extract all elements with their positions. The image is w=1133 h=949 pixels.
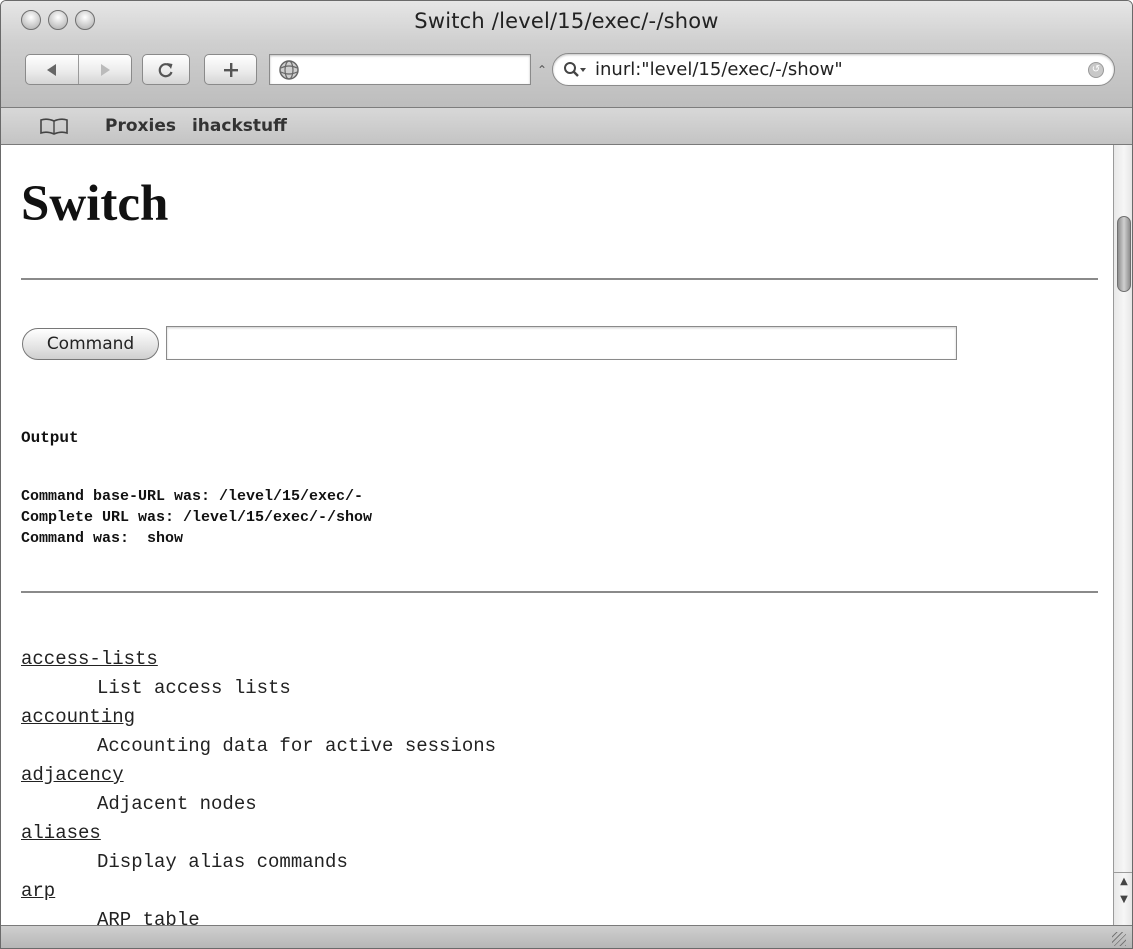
bookmark-ihackstuff[interactable]: ihackstuff — [192, 116, 287, 136]
back-button[interactable] — [26, 55, 78, 84]
output-line-complete-url: Complete URL was: /level/15/exec/-/show — [21, 509, 373, 526]
field-resize-handle[interactable]: ⌃ — [535, 61, 549, 79]
browser-window: Switch /level/15/exec/-/show ⌃ inurl:"le… — [0, 0, 1133, 949]
address-input[interactable] — [306, 58, 510, 81]
command-description: Display alias commands — [97, 851, 348, 873]
globe-icon — [279, 59, 299, 80]
add-bookmark-button[interactable] — [204, 54, 257, 85]
list-item: aliases Display alias commands — [21, 819, 496, 877]
command-input[interactable] — [166, 326, 957, 360]
back-forward-buttons — [25, 54, 132, 85]
open-book-icon — [40, 118, 68, 135]
divider-top — [21, 278, 1098, 280]
command-button[interactable]: Command — [22, 328, 159, 360]
list-item: arp ARP table — [21, 877, 496, 925]
forward-button[interactable] — [78, 55, 131, 84]
output-heading: Output — [21, 429, 79, 447]
scrollbar-thumb[interactable] — [1117, 216, 1131, 292]
vertical-scrollbar[interactable]: ▲ ▼ — [1113, 145, 1132, 925]
command-link-arp[interactable]: arp — [21, 877, 496, 906]
list-item: accounting Accounting data for active se… — [21, 703, 496, 761]
command-link-aliases[interactable]: aliases — [21, 819, 496, 848]
command-link-access-lists[interactable]: access-lists — [21, 645, 496, 674]
command-link-adjacency[interactable]: adjacency — [21, 761, 496, 790]
command-description: List access lists — [97, 677, 291, 699]
list-item: adjacency Adjacent nodes — [21, 761, 496, 819]
scroll-up-arrow-icon[interactable]: ▲ — [1114, 872, 1132, 891]
resize-grip-icon[interactable] — [1112, 932, 1126, 946]
scroll-down-arrow-icon[interactable]: ▼ — [1114, 891, 1132, 909]
title-toolbar: Switch /level/15/exec/-/show ⌃ inurl:"le… — [1, 1, 1132, 108]
output-line-command: Command was: show — [21, 530, 184, 547]
search-input[interactable] — [593, 58, 1067, 81]
page-title: Switch — [21, 176, 169, 232]
divider-bottom — [21, 591, 1098, 593]
address-bar[interactable] — [269, 54, 531, 85]
show-bookmarks-button[interactable] — [39, 116, 69, 136]
command-description: Accounting data for active sessions — [97, 735, 497, 757]
command-description: Adjacent nodes — [97, 793, 257, 815]
status-bar — [1, 925, 1132, 948]
reload-icon — [158, 62, 173, 77]
back-arrow-icon — [47, 63, 56, 76]
page-content: Switch Command Output Command base-URL w… — [1, 145, 1113, 925]
command-link-accounting[interactable]: accounting — [21, 703, 496, 732]
bookmark-proxies[interactable]: Proxies — [105, 116, 176, 136]
output-block: Command base-URL was: /level/15/exec/- C… — [21, 486, 372, 549]
search-bar[interactable]: ↺ — [552, 53, 1115, 86]
clear-search-icon[interactable]: ↺ — [1088, 62, 1104, 78]
list-item: access-lists List access lists — [21, 645, 496, 703]
bookmarks-bar: Proxies ihackstuff — [1, 108, 1132, 145]
search-icon — [564, 61, 586, 77]
command-description: ARP table — [97, 909, 200, 925]
forward-arrow-icon — [101, 63, 110, 76]
command-list: access-lists List access lists accountin… — [21, 645, 496, 925]
window-title: Switch /level/15/exec/-/show — [414, 9, 719, 33]
output-line-base-url: Command base-URL was: /level/15/exec/- — [21, 488, 364, 505]
navigation-toolbar: ⌃ ↺ — [1, 51, 1132, 91]
plus-icon — [223, 62, 238, 77]
reload-button[interactable] — [142, 54, 190, 85]
